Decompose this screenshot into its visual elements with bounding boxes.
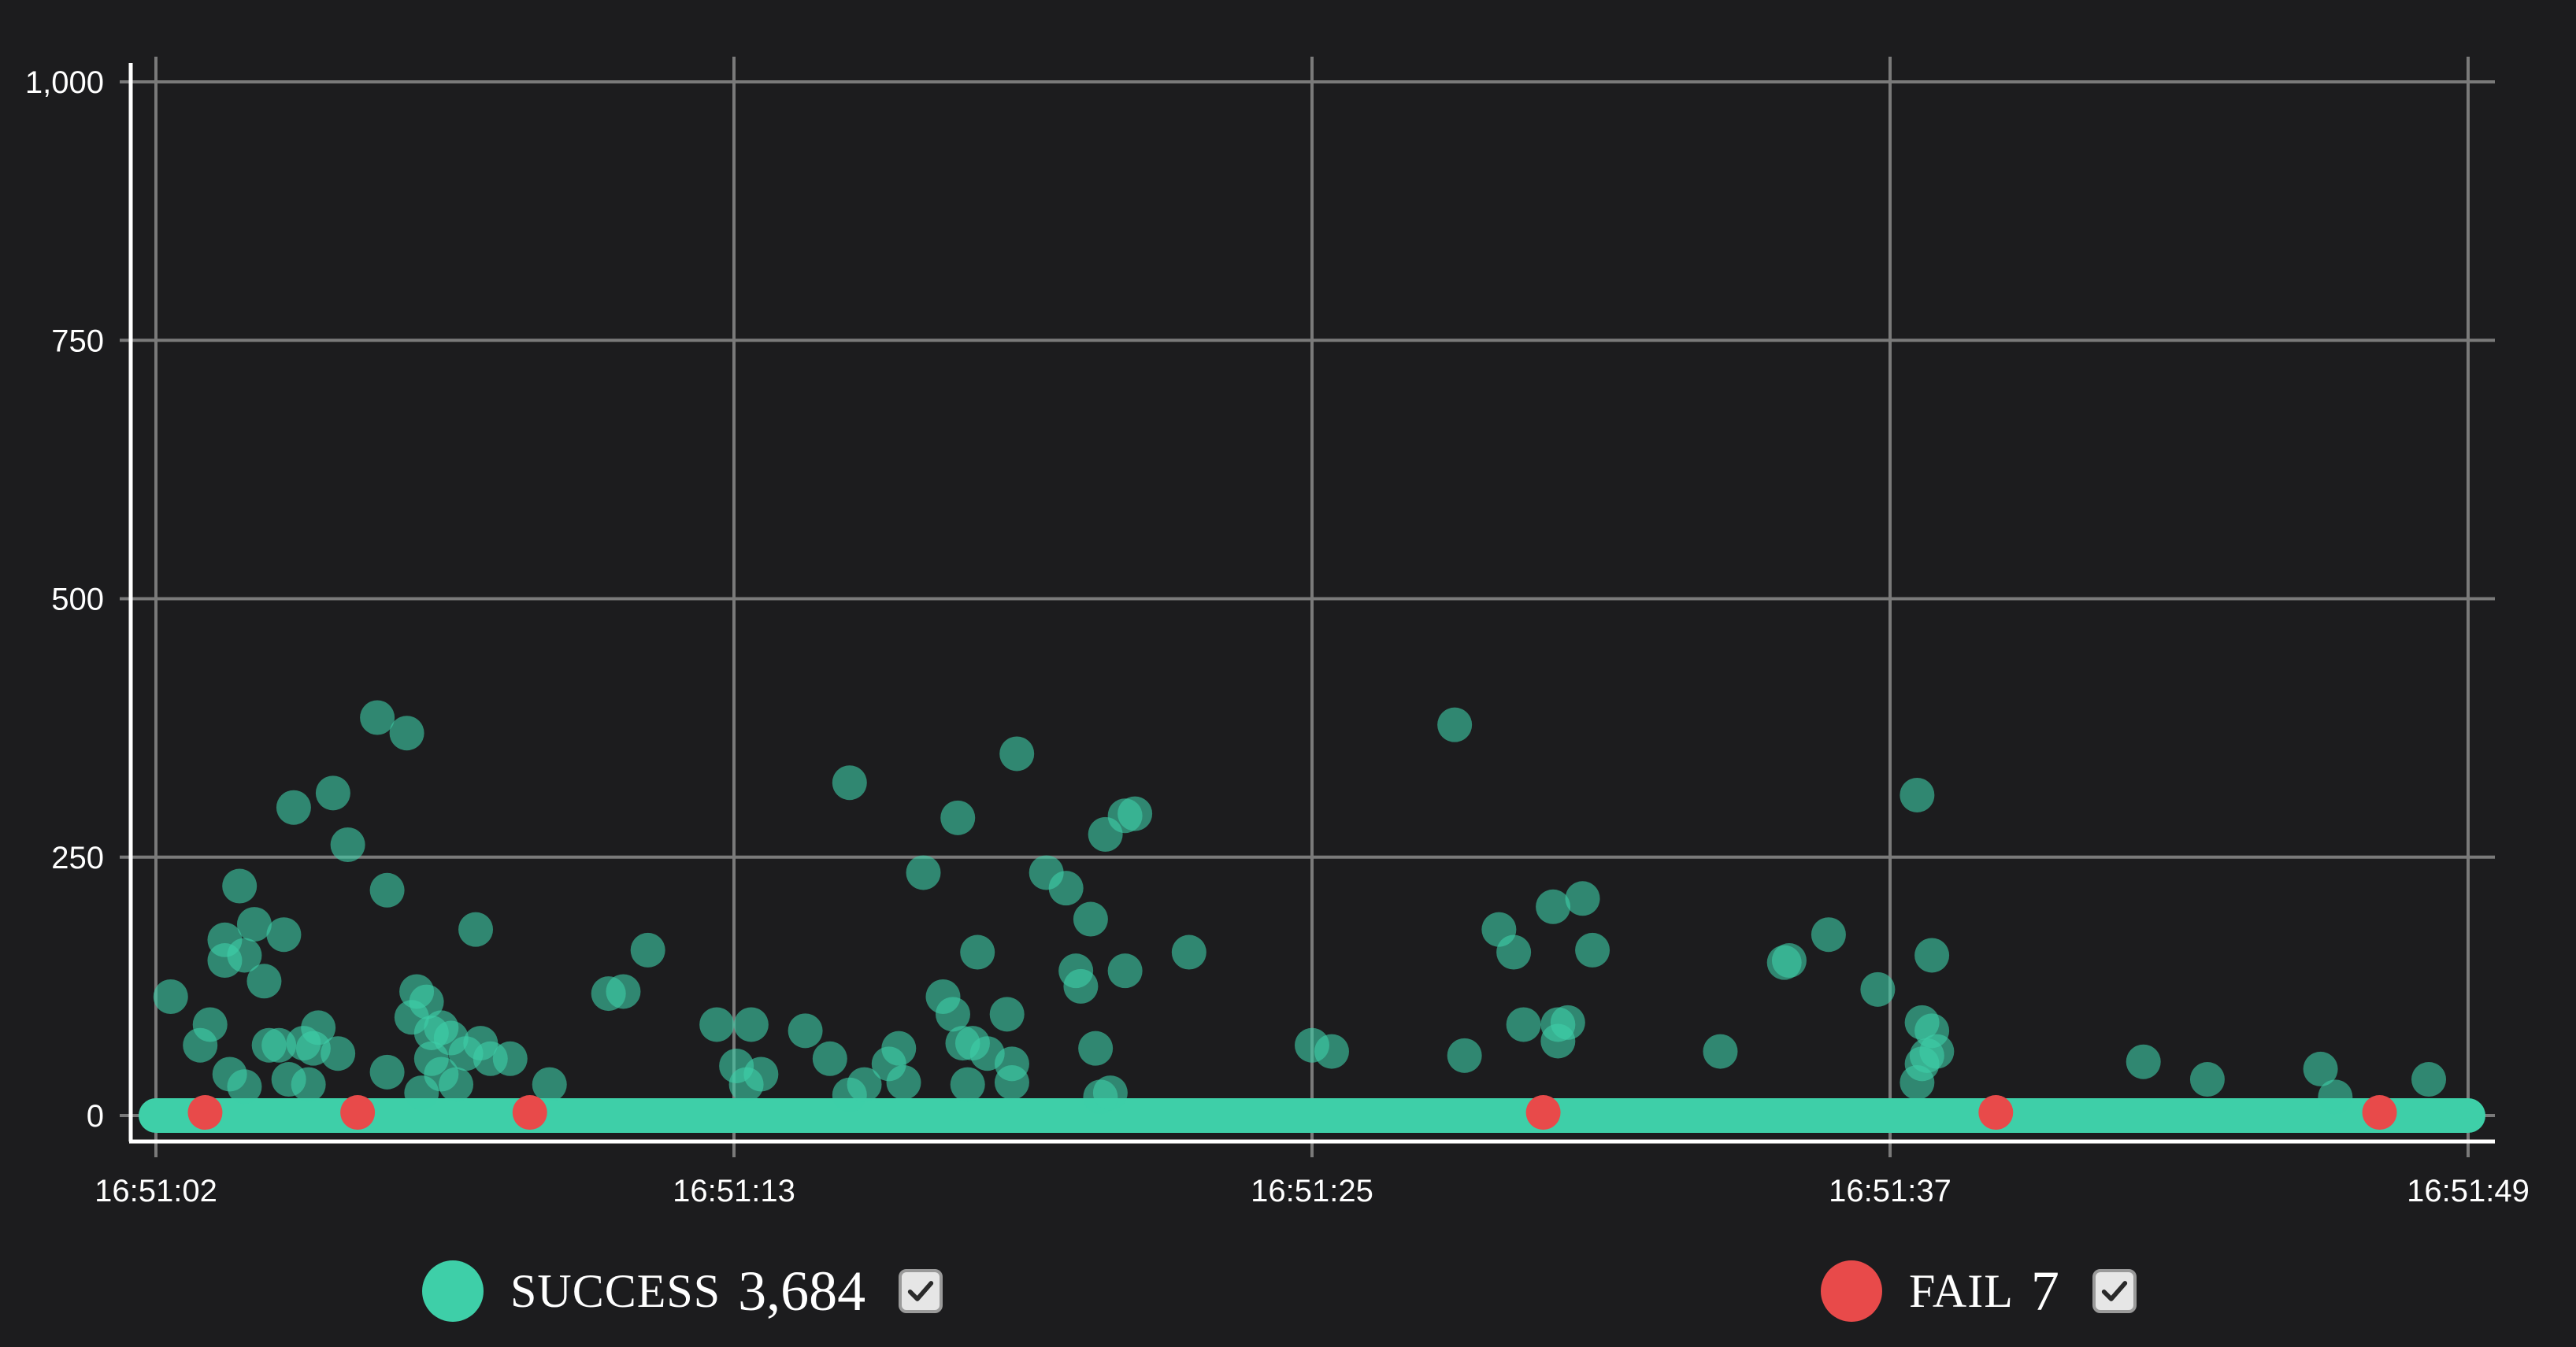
success-point [1048,871,1084,906]
legend-item-fail[interactable]: FAIL 7 [1821,1244,2137,1338]
success-point [246,964,282,999]
fail-point [1525,1095,1561,1131]
success-point [1550,1005,1585,1040]
success-point [2189,1062,2225,1097]
x-tick-label: 16:51:02 [95,1174,217,1208]
tick-labels: 0 250 500 750 1,000 16:51:02 16:51:13 16:51:25 1… [25,65,2530,1208]
x-tick-label: 16:51:49 [2407,1174,2530,1208]
success-point [1914,938,1950,973]
success-point [321,1036,356,1071]
success-point [2126,1044,2161,1079]
success-point [1575,932,1610,968]
success-point [1506,1007,1541,1042]
checkmark-icon [907,1281,934,1301]
success-point [458,912,494,947]
fail-point [2362,1095,2397,1131]
success-point [1860,971,1896,1007]
success-point [1078,1031,1114,1066]
x-tick-label: 16:51:37 [1829,1174,1951,1208]
y-tick-label: 750 [51,324,104,358]
grid-lines [120,57,2495,1157]
success-point [369,1054,405,1090]
success-legend-dot [422,1260,484,1322]
success-point [1496,934,1532,970]
success-point [1565,881,1600,916]
success-toggle-checkbox[interactable] [899,1269,943,1313]
success-point [360,700,395,735]
success-point [1536,889,1571,924]
success-point [1771,943,1807,979]
success-point [630,932,665,968]
fail-point [187,1095,223,1131]
x-tick-label: 16:51:13 [673,1174,795,1208]
success-point [369,872,405,908]
success-point [1437,707,1473,742]
fail-point [1978,1095,2014,1131]
success-point [192,1007,228,1042]
success-point [291,1067,326,1102]
checkmark-icon [2101,1281,2128,1301]
success-point [1703,1034,1738,1069]
success-point [315,775,350,811]
success-point [940,800,976,835]
success-point [1900,777,1935,812]
success-point [1919,1034,1955,1069]
fail-legend-label: FAIL [1909,1264,2014,1317]
success-point [994,1064,1029,1100]
success-point [906,855,941,890]
success-point [266,917,302,953]
success-point [812,1041,847,1076]
success-point [1118,796,1153,831]
success-point [950,1067,985,1102]
success-point [153,979,188,1015]
fail-legend-dot [1821,1260,1882,1322]
success-point [743,1057,779,1092]
fail-point [340,1095,376,1131]
success-point [492,1041,528,1076]
y-tick-label: 1,000 [25,65,104,100]
success-point [236,907,272,942]
success-point [999,736,1035,772]
success-point [1073,901,1108,937]
success-point [2411,1062,2447,1097]
fail-point [512,1095,547,1131]
success-point [2318,1079,2353,1115]
success-point [532,1067,567,1102]
success-point [1171,934,1206,970]
success-point [1447,1038,1482,1073]
success-point [733,1007,769,1042]
success-point [1092,1075,1128,1111]
success-point [1107,953,1143,989]
success-point [276,790,311,825]
success-point [1811,917,1846,953]
success-point [788,1013,823,1049]
fail-legend-count: 7 [2030,1259,2059,1323]
scatter-chart: 0 250 500 750 1,000 16:51:02 16:51:13 16:51:25 1… [25,57,2530,1208]
success-point [832,765,867,801]
success-point [606,974,641,1009]
success-point [227,1069,262,1105]
success-point [881,1031,917,1066]
success-point [222,868,258,904]
success-point [1314,1034,1349,1069]
success-point [699,1007,735,1042]
success-point [989,997,1025,1032]
y-tick-label: 0 [87,1099,104,1134]
success-point [1063,968,1099,1004]
success-point [960,934,995,970]
success-legend-label: SUCCESS [510,1264,721,1317]
y-tick-label: 250 [51,841,104,875]
legend-item-success[interactable]: SUCCESS 3,684 [422,1244,943,1338]
success-point [330,827,365,862]
x-tick-label: 16:51:25 [1251,1174,1373,1208]
y-tick-label: 500 [51,583,104,617]
success-legend-count: 3,684 [738,1259,866,1323]
success-point [886,1064,921,1100]
success-point [439,1067,474,1102]
success-point [389,716,424,751]
fail-toggle-checkbox[interactable] [2092,1269,2137,1313]
